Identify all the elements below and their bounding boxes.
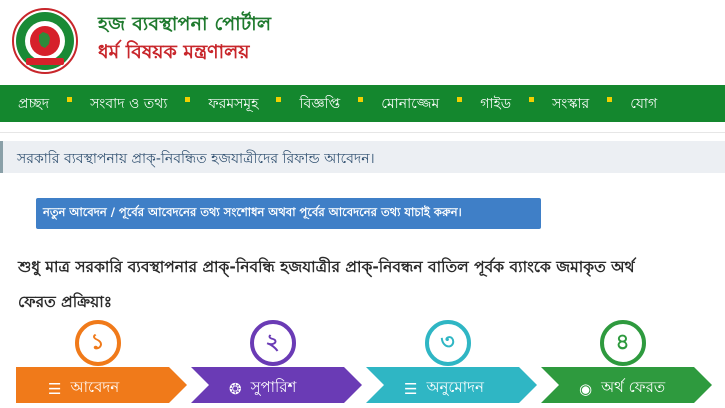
process-step: ২ ❂ সুপারিশ — [191, 318, 366, 408]
badge-icon: ❂ — [229, 379, 242, 398]
nav-item[interactable]: মোনাজ্জেম — [363, 92, 463, 116]
nav-separator-icon — [607, 97, 613, 102]
step-label: সুপারিশ — [250, 378, 297, 396]
page-heading-bar: সরকারি ব্যবস্থাপনায় প্রাক্-নিবন্ধিত হজয… — [0, 141, 725, 173]
process-step: ৩ ☰ অনুমোদন — [366, 318, 541, 408]
government-seal-icon[interactable] — [12, 8, 78, 74]
step-number: ৪ — [599, 320, 646, 366]
step-label-row: ☰ আবেদন — [48, 376, 119, 401]
nav-item[interactable]: সংস্কার — [534, 92, 613, 116]
document-icon: ☰ — [404, 379, 418, 398]
site-header: হজ ব্যবস্থাপনা পোর্টাল ধর্ম বিষয়ক মন্ত্… — [0, 0, 725, 85]
step-label: আবেদন — [70, 378, 120, 396]
nav-item-label: মোনাজ্জেম — [381, 95, 440, 112]
nav-item-label: প্রচ্ছদ — [18, 95, 50, 112]
nav-item[interactable]: ফরমসমূহ — [190, 92, 282, 116]
step-label-row: ☰ অনুমোদন — [404, 376, 484, 401]
nav-item-label: যোগ — [630, 95, 658, 112]
nav-separator-icon — [529, 97, 535, 102]
nav-separator-icon — [358, 97, 364, 102]
step-number: ২ — [249, 320, 296, 366]
nav-item[interactable]: সংবাদ ও তথ্য — [72, 92, 191, 116]
step-label-row: ◉ অর্থ ফেরত — [579, 376, 665, 401]
process-step: ১ ☰ আবেদন — [16, 318, 191, 408]
nav-item-label: সংবাদ ও তথ্য — [90, 95, 168, 112]
main-nav: প্রচ্ছদ সংবাদ ও তথ্য ফরমসমূহ বিজ্ঞপ্তি মোনাজ… — [0, 85, 725, 122]
nav-separator-icon — [185, 97, 191, 102]
step-number: ৩ — [424, 320, 471, 366]
nav-item[interactable]: বিজ্ঞপ্তি — [281, 92, 364, 116]
step-label: অর্থ ফেরত — [601, 378, 666, 396]
divider — [0, 132, 725, 133]
process-step: ৪ ◉ অর্থ ফেরত — [541, 318, 716, 408]
new-application-button[interactable]: নতুন আবেদন / পূর্বের আবেদনের তথ্য সংশোধন… — [36, 198, 541, 229]
nav-item[interactable]: গাইড — [462, 92, 535, 116]
process-description: শুধু মাত্র সরকারি ব্যবস্থাপনার প্রাক্-নি… — [18, 258, 635, 276]
page-title: সরকারি ব্যবস্থাপনায় প্রাক্-নিবন্ধিত হজয… — [17, 151, 375, 167]
nav-item-label: ফরমসমূহ — [208, 95, 259, 112]
step-number: ১ — [74, 320, 121, 366]
process-description-continued: ফেরত প্রক্রিয়াঃ — [18, 293, 113, 311]
nav-separator-icon — [276, 97, 282, 102]
nav-item[interactable]: যোগ — [612, 92, 675, 116]
ministry-title[interactable]: ধর্ম বিষয়ক মন্ত্রণালয় — [98, 38, 250, 70]
step-label: অনুমোদন — [426, 378, 484, 396]
nav-item-label: সংস্কার — [552, 95, 590, 112]
nav-separator-icon — [457, 97, 463, 102]
nav-separator-icon — [67, 97, 73, 102]
nav-item-label: গাইড — [480, 95, 512, 112]
nav-item[interactable]: প্রচ্ছদ — [0, 92, 73, 116]
money-icon: ◉ — [579, 379, 593, 398]
process-steps: ১ ☰ আবেদন ২ ❂ সুপারিশ ৩ ☰ অনুমোদন ৪ ◉ অর্থ ফেরত — [0, 318, 725, 408]
nav-item-label: বিজ্ঞপ্তি — [299, 95, 341, 112]
step-label-row: ❂ সুপারিশ — [229, 376, 296, 401]
document-icon: ☰ — [48, 379, 62, 398]
